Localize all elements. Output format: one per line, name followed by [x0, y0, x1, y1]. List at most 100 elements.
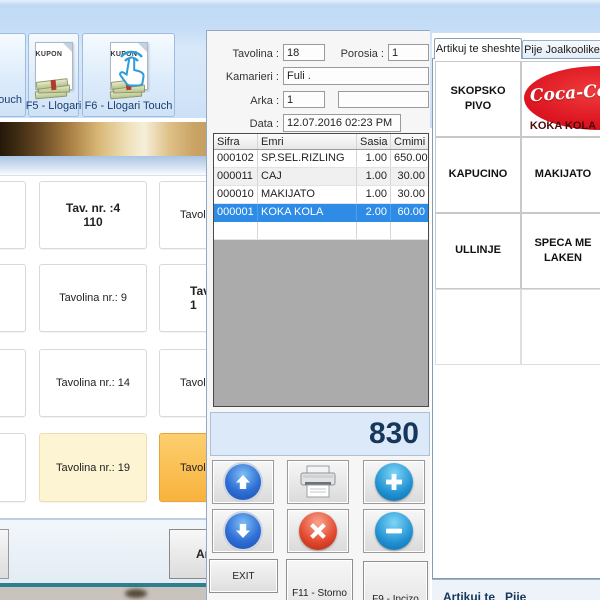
product-button-makijato[interactable]: MAKIJATO: [521, 137, 600, 213]
order-table-row[interactable]: 000010 MAKIJATO 1.00 30.00: [214, 186, 428, 204]
column-header-sasia[interactable]: Sasia: [357, 134, 391, 149]
catalog-bottom-strip: Artikuj te Pije: [432, 579, 600, 600]
column-header-emri[interactable]: Emri: [258, 134, 357, 149]
data-field[interactable]: 12.07.2016 02:23 PM: [283, 114, 401, 132]
product-button-koka-kola[interactable]: Coca-Cola KOKA KOLA: [521, 61, 600, 137]
product-label: SKOPSKO PIVO: [439, 84, 517, 115]
cell-emri: SP.SEL.RIZLING: [258, 150, 357, 167]
cell-sasia: 2.00: [357, 204, 391, 221]
catalog-panel: Artikuj te sheshte Pije Joalkoolike SKOP…: [432, 33, 600, 600]
exit-button[interactable]: EXIT: [209, 559, 278, 593]
product-grid: SKOPSKO PIVO Coca-Cola KOKA KOLA KAPUCIN…: [432, 58, 600, 579]
order-table-header: Sifra Emri Sasia Cmimi: [214, 134, 428, 150]
toolbar-button-label: Touch: [0, 93, 22, 110]
add-item-button[interactable]: [363, 460, 425, 504]
kamarieri-label: Kamarieri :: [207, 71, 279, 83]
window-gradient-strip: [0, 156, 206, 176]
tavolina-label: Tavolina :: [207, 48, 279, 60]
table-button-tav-14[interactable]: Tavolina nr.: 14: [39, 349, 147, 417]
tab-pije-joalkoolike[interactable]: Pije Joalkoolike: [522, 40, 600, 59]
kupon-invoice-money-icon: KUPON: [35, 42, 73, 98]
cell-sasia: 1.00: [357, 186, 391, 203]
table-button-label: Tav. nr. :4: [66, 201, 120, 215]
bottom-partial-button[interactable]: [0, 529, 9, 579]
cell-sasia: 1.00: [357, 168, 391, 185]
bottom-action-button[interactable]: An: [169, 529, 206, 579]
exit-label: EXIT: [232, 571, 254, 582]
table-button-tav-19[interactable]: Tavolina nr.: 19: [39, 433, 147, 502]
porosia-label: Porosia :: [327, 48, 384, 60]
print-button[interactable]: [287, 460, 349, 504]
pos-app-window: Touch KUPON F5 - Llogari KUPON: [0, 0, 600, 600]
bottom-category-label-pije[interactable]: Pije: [505, 590, 526, 600]
product-label: KOKA KOLA: [522, 119, 600, 134]
move-down-button[interactable]: [212, 509, 274, 553]
product-button-skopsko-pivo[interactable]: SKOPSKO PIVO: [435, 61, 521, 137]
printer-icon: [297, 464, 339, 500]
cell-cmimi: 30.00: [391, 168, 428, 185]
product-button-speca-me-laken[interactable]: SPECA ME LAKEN: [521, 213, 600, 289]
cell-emri: KOKA KOLA: [258, 204, 357, 221]
f5-llogari-label: F5 - Llogari: [26, 99, 82, 116]
arka-secondary-field[interactable]: [338, 91, 429, 108]
table-button-partial[interactable]: [0, 433, 26, 502]
table-button-label: Tav.: [190, 284, 206, 298]
cell-emri: MAKIJATO: [258, 186, 357, 203]
arrow-down-icon: [225, 513, 261, 549]
table-button-clipped[interactable]: Tavoli: [159, 349, 206, 417]
tables-window: Tav. nr. :4 110 Tavol Tavolina nr.: 9 Ta…: [0, 118, 206, 600]
order-table-row[interactable]: 000102 SP.SEL.RIZLING 1.00 650.00: [214, 150, 428, 168]
table-button-partial[interactable]: [0, 349, 26, 417]
f9-incizo-label: F9 - Incizo: [372, 594, 419, 600]
order-table-empty-row: [214, 222, 428, 240]
tavolina-field[interactable]: 18: [283, 44, 325, 61]
table-button-amount: 110: [83, 215, 102, 229]
cell-sasia: 1.00: [357, 150, 391, 167]
table-button-clipped[interactable]: Tavol: [159, 181, 206, 249]
arrow-up-icon: [225, 464, 261, 500]
table-button-occupied[interactable]: Tavoli: [159, 433, 206, 502]
table-button-tav-4[interactable]: Tav. nr. :4 110: [39, 181, 147, 249]
table-button-label: Tavolina nr.: 19: [56, 462, 130, 474]
f6-llogari-touch-button[interactable]: KUPON F6 - Llogari Touch: [82, 33, 175, 117]
tab-artikuj-te-sheshte[interactable]: Artikuj te sheshte: [434, 38, 522, 59]
kamarieri-field[interactable]: Fuli .: [283, 67, 429, 85]
move-up-button[interactable]: [212, 460, 274, 504]
data-label: Data :: [207, 118, 279, 130]
bottom-category-label-artikuj[interactable]: Artikuj te: [443, 590, 495, 600]
delete-item-button[interactable]: [287, 509, 349, 553]
column-header-cmimi[interactable]: Cmimi: [391, 134, 428, 149]
f9-incizo-button[interactable]: F9 - Incizo: [363, 561, 428, 600]
product-label: MAKIJATO: [535, 167, 591, 182]
desktop-strip: [0, 587, 206, 600]
touch-hand-icon: [114, 48, 148, 88]
arka-field[interactable]: 1: [283, 91, 325, 108]
f11-storno-button[interactable]: F11 - Storno: [286, 559, 353, 600]
order-panel: Tavolina : 18 Porosia : 1 Kamarieri : Fu…: [206, 30, 430, 600]
table-button-clipped[interactable]: Tav. 1: [159, 264, 206, 332]
table-button-tav-9[interactable]: Tavolina nr.: 9: [39, 264, 147, 332]
x-cancel-icon: [299, 512, 337, 550]
column-header-sifra[interactable]: Sifra: [214, 134, 258, 149]
cell-sifra: 000102: [214, 150, 258, 167]
table-button-label: Tavolina nr.: 9: [59, 292, 127, 304]
cell-emri: CAJ: [258, 168, 357, 185]
table-button-partial[interactable]: [0, 181, 26, 249]
f6-llogari-touch-label: F6 - Llogari Touch: [85, 99, 173, 116]
desktop-smudge: [125, 589, 147, 598]
order-table-row[interactable]: 000001 KOKA KOLA 2.00 60.00: [214, 204, 428, 222]
product-button-empty: [521, 289, 600, 365]
table-button-partial[interactable]: [0, 264, 26, 332]
order-table-row[interactable]: 000011 CAJ 1.00 30.00: [214, 168, 428, 186]
porosia-field[interactable]: 1: [388, 44, 429, 61]
product-button-ullinje[interactable]: ULLINJE: [435, 213, 521, 289]
left-bottom-toolbar: An: [0, 518, 206, 583]
table-button-label: Tavolina nr.: 14: [56, 377, 130, 389]
toolbar-button-partial-touch[interactable]: Touch: [0, 33, 26, 117]
remove-quantity-button[interactable]: [363, 509, 425, 553]
product-button-kapucino[interactable]: KAPUCINO: [435, 137, 521, 213]
tab-label: Artikuj te sheshte: [436, 43, 520, 55]
f5-llogari-button[interactable]: KUPON F5 - Llogari: [28, 33, 79, 117]
order-total: 830: [210, 412, 430, 456]
table-button-label: Tavoli: [180, 462, 206, 474]
